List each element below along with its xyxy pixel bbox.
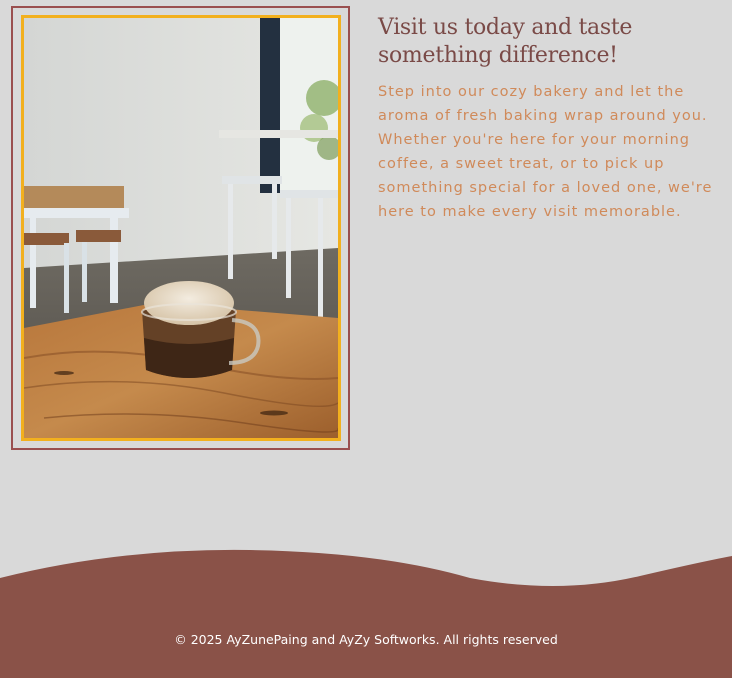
intro-heading: Visit us today and taste something diffe… [378,15,633,68]
footer-wave [0,549,732,678]
footer: © 2025 AyZunePaing and AyZy Softworks. A… [0,540,732,678]
cafe-photo [21,15,341,441]
page: Visit us today and taste something diffe… [0,0,732,678]
intro-body: Step into our cozy bakery and let the ar… [378,84,713,220]
footer-copyright: © 2025 AyZunePaing and AyZy Softworks. A… [174,632,558,647]
